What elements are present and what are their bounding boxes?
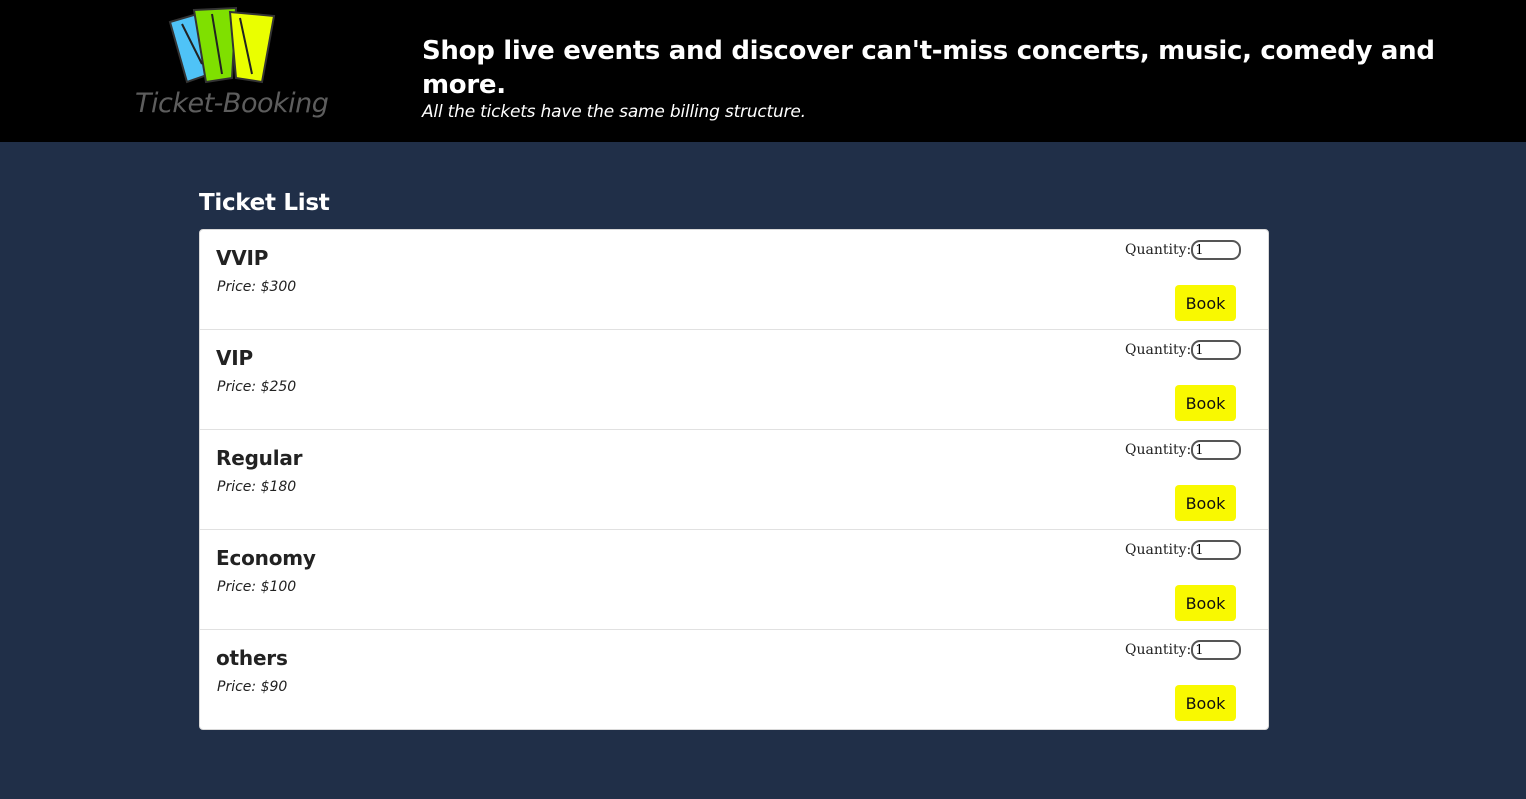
subline: All the tickets have the same billing st… (422, 102, 806, 122)
logo-text: Ticket-Booking (135, 88, 329, 119)
ticket-name: Economy (216, 546, 316, 570)
ticket-price: Price: $180 (217, 479, 297, 495)
ticket-name: VIP (216, 346, 253, 370)
quantity-label: Quantity: (1125, 442, 1192, 458)
quantity-control: Quantity: (1125, 440, 1242, 460)
ticket-price: Price: $250 (217, 379, 297, 395)
quantity-label: Quantity: (1125, 642, 1192, 658)
book-button[interactable]: Book (1175, 485, 1236, 521)
ticket-price: Price: $90 (217, 679, 288, 695)
headline: Shop live events and discover can't-miss… (422, 36, 1435, 100)
quantity-input[interactable] (1191, 640, 1242, 660)
book-button[interactable]: Book (1175, 385, 1236, 421)
ticket-item-economy: Economy Price: $100 Quantity: Book (200, 530, 1268, 630)
quantity-control: Quantity: (1125, 240, 1242, 260)
ticket-name: VVIP (216, 246, 269, 270)
ticket-item-regular: Regular Price: $180 Quantity: Book (200, 430, 1268, 530)
book-button[interactable]: Book (1175, 685, 1236, 721)
ticket-name: Regular (216, 446, 303, 470)
book-button[interactable]: Book (1175, 285, 1236, 321)
quantity-input[interactable] (1191, 440, 1242, 460)
ticket-list-title: Ticket List (199, 190, 330, 216)
ticket-list: VVIP Price: $300 Quantity: Book VIP Pric… (199, 229, 1269, 730)
quantity-label: Quantity: (1125, 242, 1192, 258)
ticket-name: others (216, 646, 288, 670)
ticket-item-vvip: VVIP Price: $300 Quantity: Book (200, 230, 1268, 330)
quantity-label: Quantity: (1125, 542, 1192, 558)
header-tagline: Shop live events and discover can't-miss… (422, 34, 1526, 122)
ticket-price: Price: $300 (217, 279, 297, 295)
ticket-item-vip: VIP Price: $250 Quantity: Book (200, 330, 1268, 430)
site-header: Ticket-Booking Shop live events and disc… (0, 0, 1526, 142)
quantity-control: Quantity: (1125, 340, 1242, 360)
ticket-price: Price: $100 (217, 579, 297, 595)
quantity-input[interactable] (1191, 340, 1242, 360)
quantity-input[interactable] (1191, 240, 1242, 260)
quantity-label: Quantity: (1125, 342, 1192, 358)
book-button[interactable]: Book (1175, 585, 1236, 621)
quantity-control: Quantity: (1125, 540, 1242, 560)
quantity-control: Quantity: (1125, 640, 1242, 660)
ticket-item-others: others Price: $90 Quantity: Book (200, 630, 1268, 729)
quantity-input[interactable] (1191, 540, 1242, 560)
